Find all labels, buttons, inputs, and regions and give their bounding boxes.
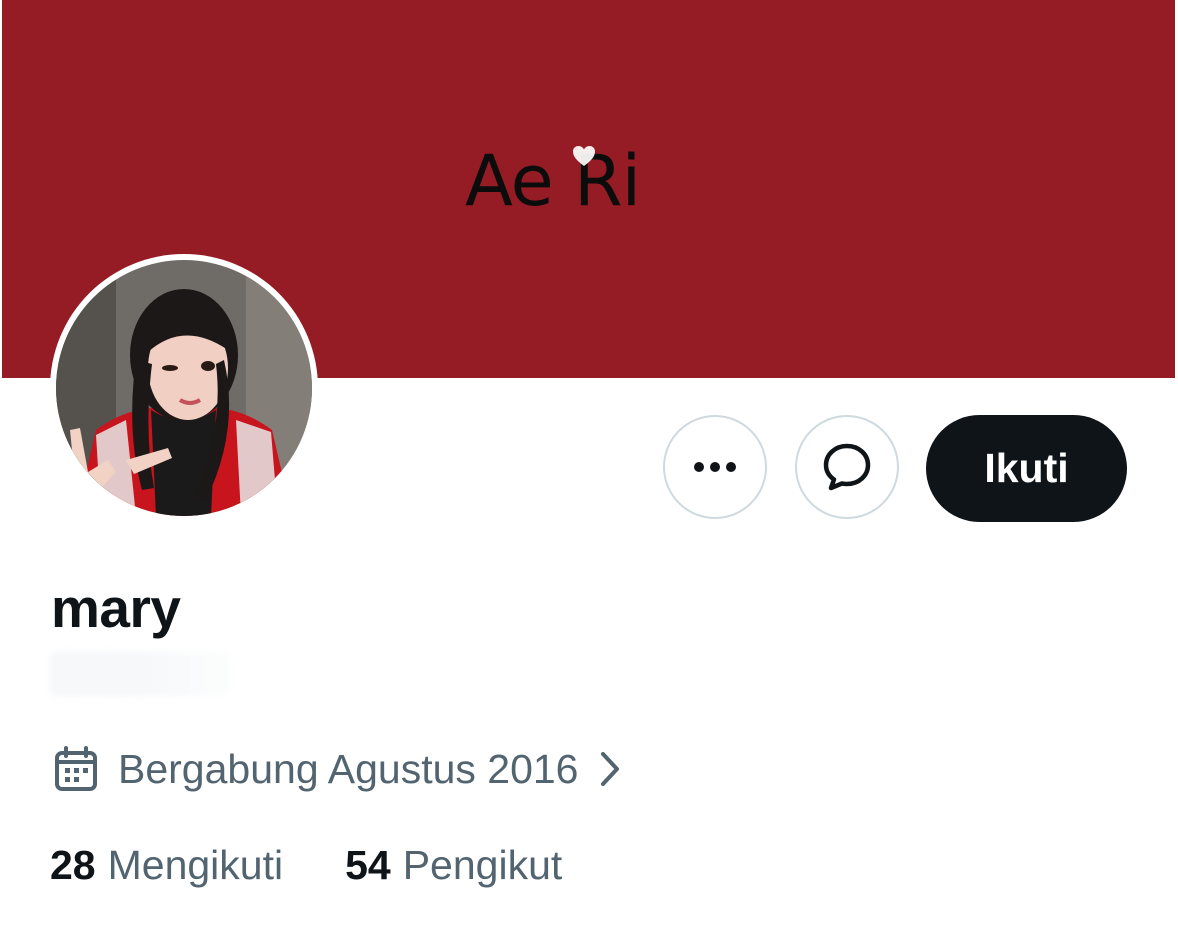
avatar-image <box>56 260 312 516</box>
more-button[interactable] <box>663 415 767 519</box>
followers-label: Pengikut <box>402 842 563 888</box>
profile-page: Ae Ri Ikuti mary Bergabung Agustus 2016 … <box>0 0 1178 929</box>
message-button[interactable] <box>795 415 899 519</box>
calendar-icon <box>55 746 97 791</box>
handle-redacted <box>50 652 230 696</box>
chevron-right-icon <box>600 752 619 786</box>
profile-stats: 28 Mengikuti 54 Pengikut <box>50 842 562 889</box>
banner-text: Ae Ri <box>465 140 641 222</box>
followers-link[interactable]: 54 Pengikut <box>345 842 562 889</box>
following-link[interactable]: 28 Mengikuti <box>50 842 283 889</box>
following-label: Mengikuti <box>107 842 284 888</box>
heart-icon <box>573 146 595 166</box>
join-date-text: Bergabung Agustus 2016 <box>118 745 579 792</box>
avatar[interactable] <box>50 254 318 522</box>
join-date[interactable]: Bergabung Agustus 2016 <box>52 745 625 793</box>
follow-button[interactable]: Ikuti <box>926 415 1127 522</box>
followers-count: 54 <box>345 842 391 888</box>
following-count: 28 <box>50 842 96 888</box>
more-horizontal-icon <box>694 462 736 472</box>
display-name: mary <box>51 577 181 639</box>
message-bubble-icon <box>823 443 871 491</box>
